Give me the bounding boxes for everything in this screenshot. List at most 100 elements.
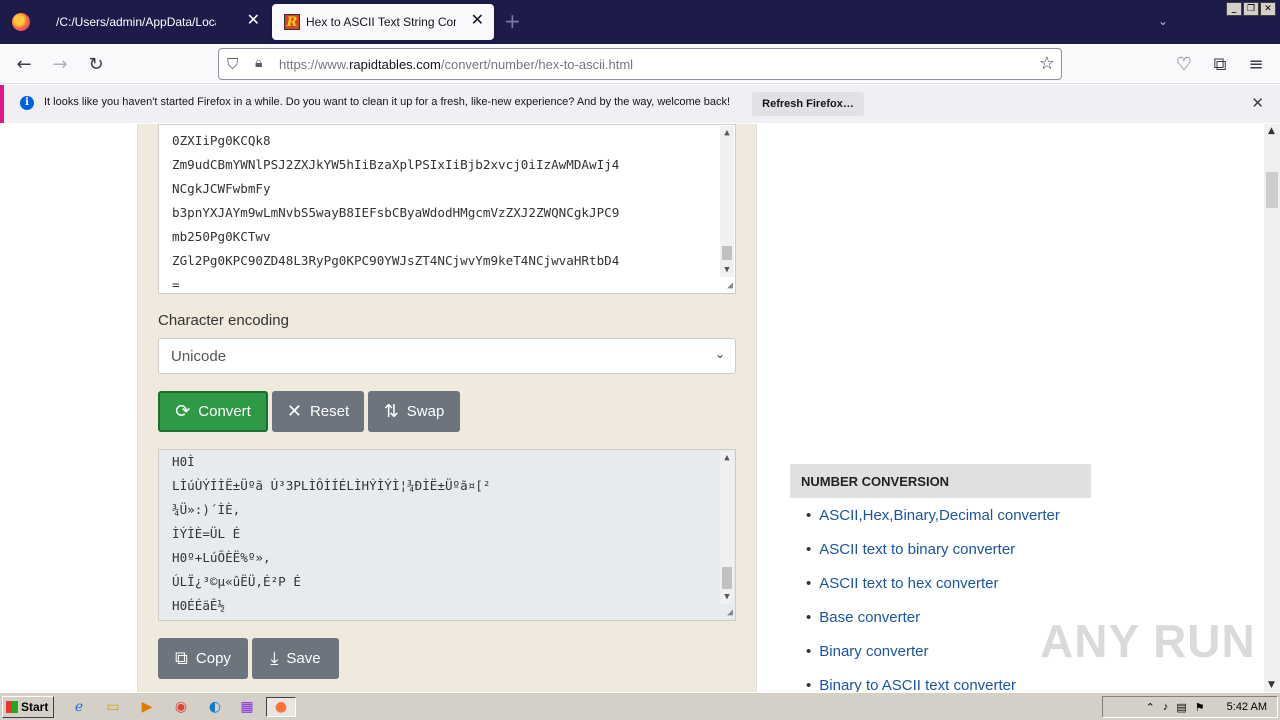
media-player-icon[interactable]: ▶ — [136, 697, 158, 717]
input-line: ZGl2Pg0KPC90ZD48L3RyPg0KPC90YWJsZT4NCjwv… — [172, 253, 620, 268]
scroll-up-icon[interactable]: ▲ — [720, 451, 734, 465]
scroll-up-icon[interactable]: ▲ — [720, 126, 734, 140]
input-line: = — [172, 277, 180, 292]
input-scrollbar[interactable]: ▲ ▼ — [720, 126, 734, 277]
tab-hex-to-ascii[interactable]: R Hex to ASCII Text String Converter ✕ — [272, 4, 494, 40]
refresh-icon: ⟳ — [175, 401, 191, 421]
output-scrollbar[interactable]: ▲ ▼ — [720, 451, 734, 604]
page-scrollbar[interactable]: ▲ ▼ — [1264, 124, 1280, 692]
notification-bar: i It looks like you haven't started Fire… — [0, 85, 1280, 123]
close-tab-icon[interactable]: ✕ — [471, 13, 484, 29]
anyrun-watermark: ANY RUN — [1040, 615, 1256, 667]
minimize-button[interactable]: _ — [1226, 2, 1242, 16]
start-button[interactable]: Start — [2, 696, 54, 718]
extensions-icon[interactable]: ⧉ — [1208, 52, 1232, 76]
padlock-icon[interactable]: 🔒︎ — [255, 55, 262, 71]
character-encoding-label: Character encoding — [158, 312, 289, 329]
winrar-icon[interactable]: ▦ — [236, 697, 258, 717]
page-content: 0ZXIiPg0KCQk8 Zm9udCBmYWNlPSJ2ZXJkYW5hIi… — [0, 124, 1264, 692]
windows-logo-icon — [6, 701, 18, 713]
windows-taskbar: Start ℯ ▭ ▶ ◉ ◐ ▦ ● ⌃ ♪ ▤ ⚑ 5:42 AM — [0, 692, 1280, 720]
chevron-down-icon: ⌄ — [714, 347, 725, 361]
system-tray: ⌃ ♪ ▤ ⚑ 5:42 AM — [1102, 696, 1278, 718]
scroll-down-icon[interactable]: ▼ — [720, 263, 734, 277]
start-label: Start — [21, 700, 49, 714]
tray-expand-icon[interactable]: ⌃ — [1146, 701, 1155, 714]
tab-local-file[interactable]: /C:/Users/admin/AppData/Local/Temp/ ✕ — [44, 4, 270, 40]
scroll-down-icon[interactable]: ▼ — [720, 590, 734, 604]
input-line: NCgkJCWFwbmFy — [172, 181, 271, 196]
flag-icon[interactable]: ⚑ — [1195, 701, 1205, 714]
copy-label: Copy — [195, 650, 231, 667]
close-window-button[interactable]: ✕ — [1260, 2, 1276, 16]
close-icon: ✕ — [286, 401, 302, 421]
reset-button[interactable]: ✕ Reset — [272, 391, 364, 432]
output-line: H0ÉÉäÊ½ — [172, 598, 226, 613]
network-icon[interactable]: ▤ — [1176, 701, 1186, 714]
selected-encoding: Unicode — [171, 348, 227, 365]
scroll-thumb[interactable] — [722, 246, 732, 260]
clock: 5:42 AM — [1226, 701, 1267, 713]
notification-message: It looks like you haven't started Firefo… — [44, 96, 731, 108]
swap-label: Swap — [406, 403, 445, 420]
convert-label: Convert — [198, 403, 251, 420]
new-tab-button[interactable]: + — [504, 11, 521, 31]
character-encoding-select[interactable]: Unicode ⌄ — [158, 338, 736, 374]
output-line: ÌÝÌÈ=ÜL É — [172, 526, 241, 541]
output-line: ¾Ü»:)´ÌÈ, — [172, 502, 241, 517]
volume-icon[interactable]: ♪ — [1163, 701, 1169, 713]
output-line: ÚLÏ¿³©µ«ûËÜ,É²P É — [172, 574, 301, 589]
converter-panel: 0ZXIiPg0KCQk8 Zm9udCBmYWNlPSJ2ZXJkYW5hIi… — [137, 124, 757, 692]
firefox-taskbar-icon[interactable]: ● — [266, 697, 296, 717]
scroll-down-icon[interactable]: ▼ — [1268, 680, 1275, 690]
edge-icon[interactable]: ◐ — [204, 697, 226, 717]
save-label: Save — [286, 650, 321, 667]
input-line: Zm9udCBmYWNlPSJ2ZXJkYW5hIiBzaXplPSIxIiBj… — [172, 157, 620, 172]
refresh-firefox-button[interactable]: Refresh Firefox… — [752, 92, 864, 116]
scroll-thumb[interactable] — [722, 567, 732, 589]
address-bar[interactable]: ⛉ 🔒︎ https://www.rapidtables.com/convert… — [218, 48, 1062, 80]
tracking-protection-shield-icon[interactable]: ⛉ — [227, 55, 238, 73]
sidebar-link[interactable]: ASCII text to binary converter — [806, 541, 1091, 575]
navigation-toolbar: ← → ↻ ⛉ 🔒︎ https://www.rapidtables.com/c… — [0, 44, 1280, 84]
info-icon: i — [20, 96, 34, 110]
chrome-icon[interactable]: ◉ — [170, 697, 192, 717]
tab-strip: /C:/Users/admin/AppData/Local/Temp/ ✕ R … — [0, 0, 1280, 44]
list-all-tabs-icon[interactable]: ⌄ — [1158, 14, 1168, 28]
sidebar-link[interactable]: ASCII,Hex,Binary,Decimal converter — [806, 507, 1091, 541]
hex-input-textarea[interactable]: 0ZXIiPg0KCQk8 Zm9udCBmYWNlPSJ2ZXJkYW5hIi… — [158, 124, 736, 294]
swap-button[interactable]: ⇅ Swap — [368, 391, 460, 432]
output-line: H0Ì — [172, 454, 195, 469]
scroll-up-icon[interactable]: ▲ — [1268, 126, 1275, 136]
close-tab-icon[interactable]: ✕ — [247, 13, 260, 29]
bookmark-star-icon[interactable]: ☆ — [1039, 53, 1055, 74]
input-line: mb250Pg0KCTwv — [172, 229, 271, 244]
sidebar-link[interactable]: Binary to ASCII text converter — [806, 677, 1091, 692]
tab-label: /C:/Users/admin/AppData/Local/Temp/ — [56, 15, 216, 29]
output-line: H0º+LúÕÈË%º», — [172, 550, 271, 565]
input-line: b3pnYXJAYm9wLmNvbS5wayB8IEFsbCByaWdodHMg… — [172, 205, 620, 220]
url-text[interactable]: https://www.rapidtables.com/convert/numb… — [279, 57, 633, 72]
save-button[interactable]: ⤓ Save — [252, 638, 339, 679]
resize-grip-icon[interactable]: ◢ — [727, 608, 733, 618]
internet-explorer-icon[interactable]: ℯ — [68, 697, 90, 717]
close-notification-icon[interactable]: ✕ — [1251, 94, 1264, 112]
tab-label: Hex to ASCII Text String Converter — [306, 15, 456, 29]
copy-icon: ⧉ — [175, 648, 188, 668]
download-icon: ⤓ — [270, 648, 279, 668]
resize-grip-icon[interactable]: ◢ — [727, 281, 733, 291]
scroll-thumb[interactable] — [1266, 172, 1278, 208]
sidebar-link[interactable]: ASCII text to hex converter — [806, 575, 1091, 609]
ascii-output-textarea[interactable]: H0Ì LÌúÙÝÍÌË±Üºã Ú³3PLÌÔÌÍÉLÌHÝÌÝÌ¦¾ÐÌË±… — [158, 449, 736, 621]
convert-button[interactable]: ⟳ Convert — [158, 391, 268, 432]
back-arrow-icon[interactable]: ← — [12, 52, 36, 76]
folder-icon[interactable]: ▭ — [102, 697, 124, 717]
rapidtables-favicon-icon: R — [284, 14, 300, 30]
reload-icon[interactable]: ↻ — [84, 52, 108, 76]
pocket-icon[interactable]: ♡ — [1172, 52, 1196, 76]
copy-button[interactable]: ⧉ Copy — [158, 638, 248, 679]
forward-arrow-icon[interactable]: → — [48, 52, 72, 76]
restore-button[interactable]: ❐ — [1243, 2, 1259, 16]
firefox-menu-button[interactable] — [0, 0, 42, 44]
hamburger-menu-icon[interactable]: ≡ — [1244, 52, 1268, 76]
